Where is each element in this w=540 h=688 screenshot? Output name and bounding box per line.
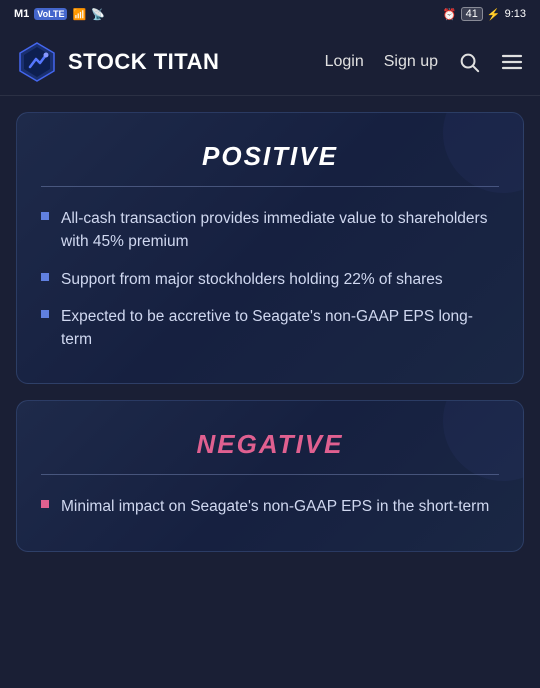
- wifi-icon: 📡: [91, 8, 105, 21]
- battery-level: 41: [461, 7, 483, 21]
- content-area: Positive All-cash transaction provides i…: [0, 96, 540, 568]
- bullet-text: All-cash transaction provides immediate …: [61, 207, 499, 254]
- search-icon[interactable]: [458, 51, 480, 73]
- alarm-icon: ⏰: [443, 8, 457, 21]
- positive-card: Positive All-cash transaction provides i…: [16, 112, 524, 384]
- navbar: STOCK TITAN Login Sign up: [0, 28, 540, 96]
- negative-bullet-list: Minimal impact on Seagate's non-GAAP EPS…: [41, 495, 499, 518]
- list-item: Support from major stockholders holding …: [41, 268, 499, 291]
- clock: 9:13: [505, 8, 526, 20]
- list-item: All-cash transaction provides immediate …: [41, 207, 499, 254]
- bullet-icon: [41, 500, 49, 508]
- signal-icon: 📶: [72, 8, 86, 21]
- menu-icon[interactable]: [500, 50, 524, 74]
- positive-card-divider: [41, 186, 499, 187]
- status-bar: M1 VoLTE 📶 📡 ⏰ 41 ⚡ 9:13: [0, 0, 540, 28]
- status-right: ⏰ 41 ⚡ 9:13: [443, 7, 526, 21]
- nav-links: Login Sign up: [325, 50, 524, 74]
- negative-card-title: Negative: [41, 429, 499, 460]
- status-left: M1 VoLTE 📶 📡: [14, 8, 105, 21]
- bullet-icon: [41, 310, 49, 318]
- list-item: Expected to be accretive to Seagate's no…: [41, 305, 499, 352]
- signup-link[interactable]: Sign up: [384, 53, 438, 71]
- charging-icon: ⚡: [487, 8, 501, 21]
- logo-icon: [16, 41, 58, 83]
- bullet-text: Expected to be accretive to Seagate's no…: [61, 305, 499, 352]
- logo-area: STOCK TITAN: [16, 41, 325, 83]
- bullet-icon: [41, 212, 49, 220]
- positive-bullet-list: All-cash transaction provides immediate …: [41, 207, 499, 351]
- carrier-label: M1: [14, 8, 29, 20]
- logo-text: STOCK TITAN: [68, 49, 219, 75]
- list-item: Minimal impact on Seagate's non-GAAP EPS…: [41, 495, 499, 518]
- negative-card-divider: [41, 474, 499, 475]
- bullet-text: Support from major stockholders holding …: [61, 268, 443, 291]
- login-link[interactable]: Login: [325, 53, 364, 71]
- network-type-badge: VoLTE: [34, 8, 67, 20]
- negative-card: Negative Minimal impact on Seagate's non…: [16, 400, 524, 551]
- bullet-icon: [41, 273, 49, 281]
- bullet-text: Minimal impact on Seagate's non-GAAP EPS…: [61, 495, 489, 518]
- positive-card-title: Positive: [41, 141, 499, 172]
